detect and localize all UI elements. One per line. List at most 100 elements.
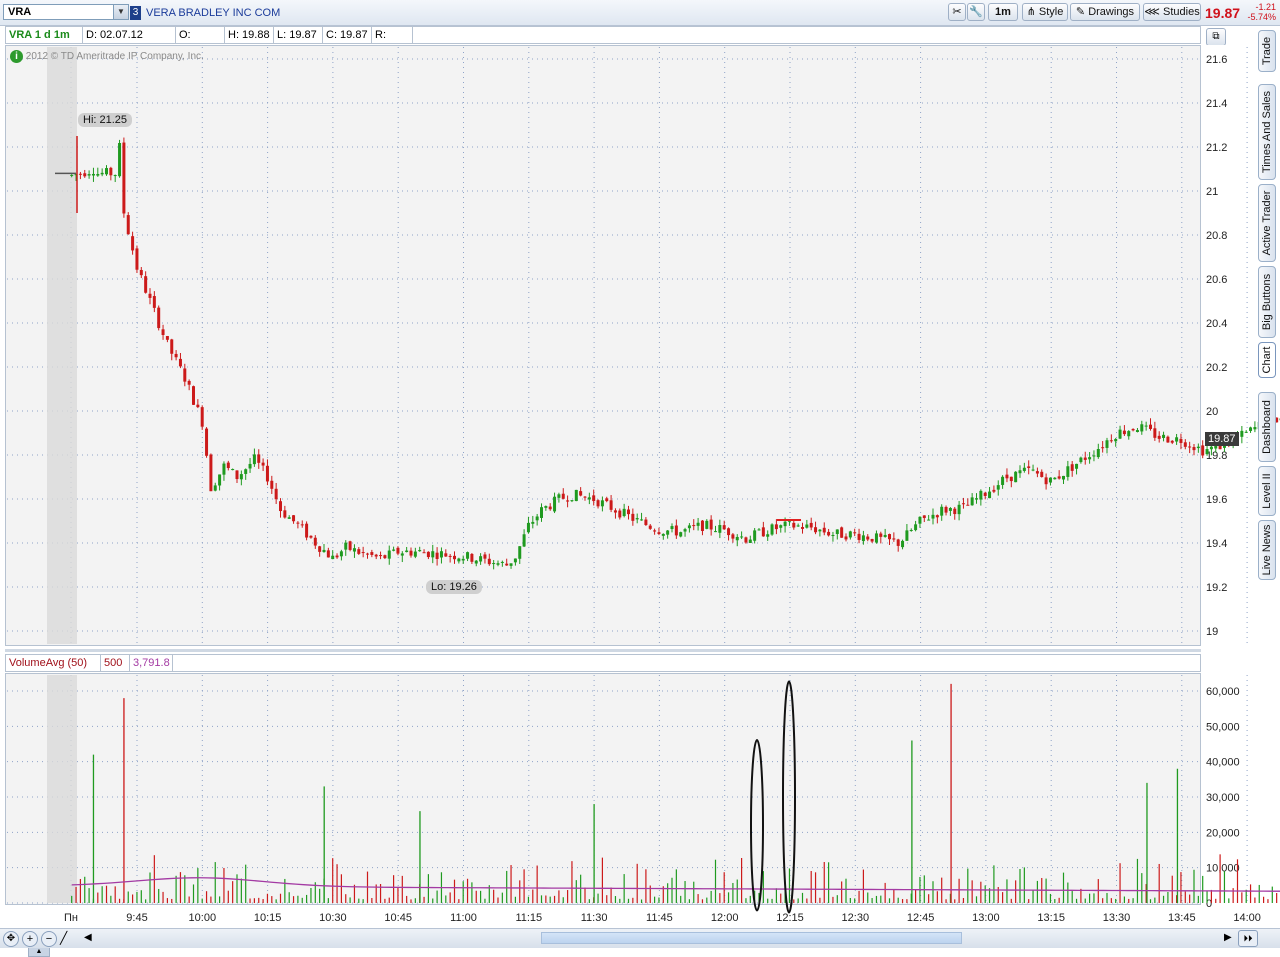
- price-candle: [313, 537, 317, 546]
- time-axis-label: 14:00: [1233, 912, 1261, 924]
- price-candle: [622, 508, 626, 517]
- price-candle: [600, 500, 604, 507]
- zoom-in-icon[interactable]: +: [22, 931, 38, 947]
- price-candle: [827, 531, 831, 536]
- zoom-out-icon[interactable]: −: [41, 931, 57, 947]
- drawing-line-icon[interactable]: ╱: [60, 931, 76, 945]
- price-candle: [252, 454, 256, 465]
- price-candle: [344, 542, 348, 550]
- tab-active-trader[interactable]: Active Trader: [1258, 184, 1276, 262]
- tab-times-and-sales[interactable]: Times And Sales: [1258, 84, 1276, 180]
- price-candle: [300, 524, 304, 526]
- price-axis-label: 20.2: [1206, 362, 1227, 374]
- price-candle: [231, 469, 235, 471]
- price-candle: [461, 558, 465, 561]
- tab-big-buttons[interactable]: Big Buttons: [1258, 266, 1276, 338]
- price-candle: [1031, 469, 1035, 471]
- price-candle: [513, 558, 517, 563]
- price-candle: [653, 530, 657, 532]
- price-axis-label: 19.4: [1206, 538, 1227, 550]
- price-candle: [888, 534, 891, 540]
- side-tabs: Trade Times And Sales Active Trader Big …: [1258, 26, 1278, 626]
- price-candle: [1040, 471, 1044, 478]
- price-candle: [118, 142, 122, 177]
- price-candle: [261, 462, 265, 466]
- price-candle: [853, 532, 857, 534]
- price-candle: [292, 515, 296, 522]
- time-axis-label: 13:00: [972, 912, 1000, 924]
- time-axis-label: 12:45: [907, 912, 935, 924]
- pan-icon[interactable]: ✥: [3, 931, 19, 947]
- tab-dashboard[interactable]: Dashboard: [1258, 392, 1276, 462]
- price-candle: [361, 552, 365, 554]
- price-candle: [392, 549, 396, 551]
- price-candle: [766, 534, 770, 537]
- price-candle: [783, 521, 787, 527]
- price-candle: [244, 469, 248, 474]
- price-candle: [1092, 455, 1096, 457]
- price-candle: [757, 529, 761, 531]
- price-candle: [405, 550, 409, 553]
- price-candle: [779, 525, 783, 528]
- price-candle: [479, 556, 483, 562]
- fit-chart-icon[interactable]: ⏵⏵: [1238, 930, 1258, 947]
- premarket-shade: [47, 47, 77, 644]
- price-candle: [348, 541, 352, 550]
- price-candle: [805, 524, 809, 528]
- price-candle: [940, 506, 944, 516]
- price-candle: [1249, 427, 1253, 431]
- time-axis-label: 10:00: [189, 912, 217, 924]
- price-candle: [861, 535, 865, 542]
- price-candle: [966, 504, 970, 506]
- time-axis-label: 11:00: [450, 912, 477, 924]
- price-candle: [1179, 438, 1183, 444]
- expand-toggle-icon[interactable]: ▲: [28, 948, 50, 957]
- price-candle: [792, 522, 796, 528]
- price-candle: [714, 531, 717, 533]
- price-candle: [679, 532, 683, 537]
- price-candle: [453, 555, 456, 560]
- scroll-right-icon[interactable]: ▶: [1224, 931, 1232, 945]
- volume-annotation-ellipse: [750, 739, 764, 912]
- price-candle: [905, 530, 909, 541]
- info-icon[interactable]: i: [10, 50, 23, 63]
- price-candle: [648, 525, 652, 529]
- price-axis-label: 20.6: [1206, 274, 1227, 286]
- price-candle: [91, 173, 95, 176]
- time-axis-label: 13:15: [1037, 912, 1065, 924]
- price-candle: [1014, 471, 1018, 483]
- price-candle: [570, 500, 574, 502]
- price-candle: [540, 507, 543, 518]
- price-candle: [509, 563, 513, 566]
- price-candle: [774, 524, 778, 530]
- scrollbar-thumb[interactable]: [541, 932, 962, 944]
- scroll-left-icon[interactable]: ◀: [84, 931, 92, 945]
- price-candle: [426, 551, 430, 558]
- price-candle: [1114, 439, 1118, 442]
- price-candle: [931, 514, 935, 519]
- price-candle: [413, 551, 417, 557]
- price-candle: [113, 175, 117, 177]
- price-candle: [1157, 435, 1161, 439]
- price-candle: [848, 531, 852, 538]
- tab-live-news[interactable]: Live News: [1258, 520, 1276, 580]
- price-candle: [687, 525, 691, 529]
- price-candle: [1105, 440, 1109, 448]
- volume-axis-label: 40,000: [1206, 757, 1240, 769]
- price-candle: [1209, 446, 1213, 450]
- tab-chart[interactable]: Chart: [1258, 342, 1276, 378]
- tab-active-trader-label: Active Trader: [1261, 190, 1273, 256]
- price-candle: [609, 500, 613, 510]
- price-candle: [422, 552, 426, 554]
- price-candle: [1018, 470, 1022, 474]
- price-candle: [1127, 431, 1131, 437]
- price-candle: [1166, 436, 1170, 443]
- price-candle: [770, 524, 774, 535]
- tab-trade-label: Trade: [1261, 36, 1273, 66]
- tab-level-ii[interactable]: Level II: [1258, 466, 1276, 516]
- tab-trade[interactable]: Trade: [1258, 30, 1276, 72]
- price-candle: [944, 506, 948, 513]
- price-candle: [470, 553, 474, 562]
- price-candle: [526, 522, 530, 533]
- price-candle: [1196, 446, 1200, 449]
